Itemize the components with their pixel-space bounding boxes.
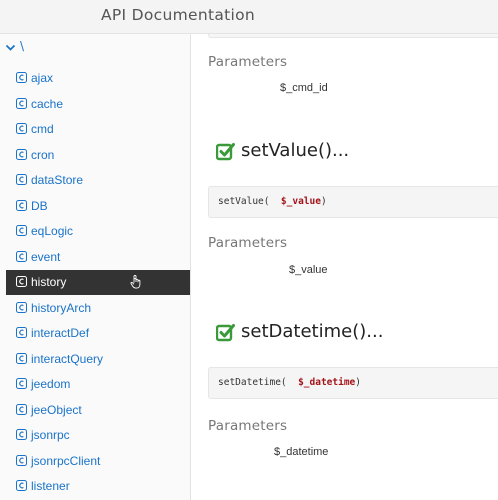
hand-pointer-icon <box>130 275 141 289</box>
class-icon <box>16 352 27 364</box>
sidebar: \ ajax cache cmd cron dataStore DB eqLog… <box>0 34 191 500</box>
sidebar-item-interactdef[interactable]: interactDef <box>6 321 190 346</box>
sidebar-item-label: cron <box>31 147 55 162</box>
class-icon <box>16 276 27 287</box>
class-icon <box>16 480 27 491</box>
sidebar-item-jeedom[interactable]: jeedom <box>6 372 190 397</box>
tree-root-label[interactable]: \ <box>20 39 24 53</box>
sidebar-item-label: jsonrpcClient <box>31 453 101 468</box>
parameter-name: $_value <box>289 264 328 276</box>
class-icon <box>16 301 27 313</box>
parameter-name: $_cmd_id <box>280 82 328 94</box>
sidebar-item-label: history <box>31 275 67 289</box>
class-icon <box>16 72 27 83</box>
main-content: Parameters $_cmd_id setValue()... setVal… <box>192 34 498 500</box>
sidebar-item-label: event <box>31 249 61 264</box>
parameters-heading: Parameters <box>208 235 288 251</box>
class-icon <box>16 123 27 134</box>
class-icon <box>16 327 27 338</box>
code-block <box>208 34 498 38</box>
sidebar-item-listener[interactable]: listener <box>6 474 190 499</box>
sidebar-item-label: jeeObject <box>31 402 82 417</box>
sidebar-item-label: cmd <box>31 122 54 136</box>
sidebar-item-jeeobject[interactable]: jeeObject <box>6 398 190 423</box>
sidebar-item-label: jeedom <box>31 377 71 391</box>
code-signature-block: setDatetime( $_datetime) <box>208 367 498 399</box>
class-icon <box>16 225 27 236</box>
class-icon <box>16 429 27 440</box>
signature-prefix: setDatetime( <box>218 377 299 388</box>
sidebar-item-datastore[interactable]: dataStore <box>6 168 190 193</box>
class-icon <box>16 378 27 389</box>
sidebar-item-historyarch[interactable]: historyArch <box>6 296 190 321</box>
chevron-down-icon[interactable] <box>5 42 16 53</box>
checkbox-checked-icon <box>216 324 235 342</box>
sidebar-item-label: DB <box>31 198 48 213</box>
class-icon <box>16 97 27 109</box>
sidebar-item-jsonrpc[interactable]: jsonrpc <box>6 423 190 448</box>
sidebar-item-event[interactable]: event <box>6 245 190 270</box>
sidebar-item-cron[interactable]: cron <box>6 143 190 168</box>
sidebar-item-history[interactable]: history <box>6 270 190 295</box>
signature-argument: $_value <box>280 196 321 207</box>
sidebar-item-label: ajax <box>31 71 54 85</box>
sidebar-item-label: interactDef <box>31 326 90 340</box>
sidebar-item-label: historyArch <box>31 300 92 315</box>
signature-argument: $_datetime <box>298 377 356 388</box>
class-icon <box>16 174 27 185</box>
sidebar-item-cmd[interactable]: cmd <box>6 117 190 142</box>
sidebar-item-label: dataStore <box>31 173 84 187</box>
code-signature-block: setValue( $_value) <box>208 186 498 218</box>
checkbox-checked-icon <box>216 143 235 161</box>
sidebar-item-eqlogic[interactable]: eqLogic <box>6 219 190 244</box>
sidebar-item-cache[interactable]: cache <box>6 92 190 117</box>
tree-root[interactable]: \ <box>0 38 191 60</box>
sidebar-item-label: eqLogic <box>31 224 74 238</box>
sidebar-item-ajax[interactable]: ajax <box>6 66 190 91</box>
sidebar-item-jsonrpcclient[interactable]: jsonrpcClient <box>6 449 190 474</box>
signature-suffix: ) <box>355 377 362 388</box>
class-icon <box>16 403 27 415</box>
app-header: API Documentation <box>0 0 498 34</box>
sidebar-item-label: interactQuery <box>31 351 104 366</box>
signature-prefix: setValue( <box>218 196 281 207</box>
parameters-heading: Parameters <box>208 418 288 434</box>
code-signature: setValue( $_value) <box>218 196 327 207</box>
sidebar-item-db[interactable]: DB <box>6 194 190 219</box>
class-icon <box>16 199 27 211</box>
sidebar-item-interactquery[interactable]: interactQuery <box>6 347 190 372</box>
page-title: API Documentation <box>101 6 256 24</box>
parameter-name: $_datetime <box>274 446 329 458</box>
signature-suffix: ) <box>320 196 327 207</box>
sidebar-item-label: jsonrpc <box>31 428 70 442</box>
class-icon <box>16 148 27 160</box>
code-signature: setDatetime( $_datetime) <box>218 377 361 388</box>
parameters-heading: Parameters <box>208 54 288 70</box>
class-icon <box>16 250 27 262</box>
sidebar-item-label: listener <box>31 479 70 493</box>
method-title: setDatetime()... <box>241 321 384 342</box>
class-icon <box>16 454 27 466</box>
sidebar-item-label: cache <box>31 96 64 111</box>
method-title: setValue()... <box>241 140 350 161</box>
